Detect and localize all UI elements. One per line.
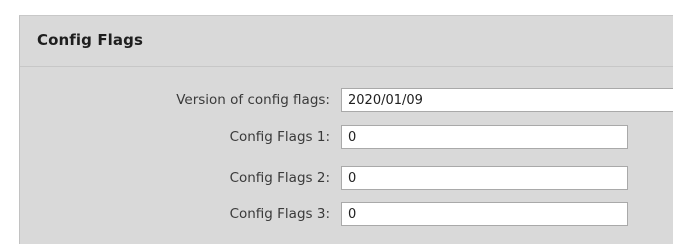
config-flags-2-label: Config Flags 2:	[229, 170, 330, 186]
config-flags-3-label: Config Flags 3:	[229, 206, 330, 222]
config-flags-3-row: Config Flags 3:	[20, 202, 673, 226]
config-flags-1-label: Config Flags 1:	[229, 129, 330, 145]
section-header: Config Flags	[20, 16, 673, 67]
config-flags-2-row: Config Flags 2:	[20, 166, 673, 190]
version-label: Version of config flags:	[176, 92, 330, 108]
section-title: Config Flags	[37, 31, 143, 49]
config-flags-2-input[interactable]	[341, 166, 628, 190]
config-flags-panel: Config Flags Version of config flags: Co…	[19, 15, 673, 244]
config-flags-3-input[interactable]	[341, 202, 628, 226]
config-flags-1-row: Config Flags 1:	[20, 125, 673, 149]
version-input[interactable]	[341, 88, 673, 112]
version-row: Version of config flags:	[20, 88, 673, 112]
config-flags-1-input[interactable]	[341, 125, 628, 149]
header-divider	[20, 66, 673, 67]
